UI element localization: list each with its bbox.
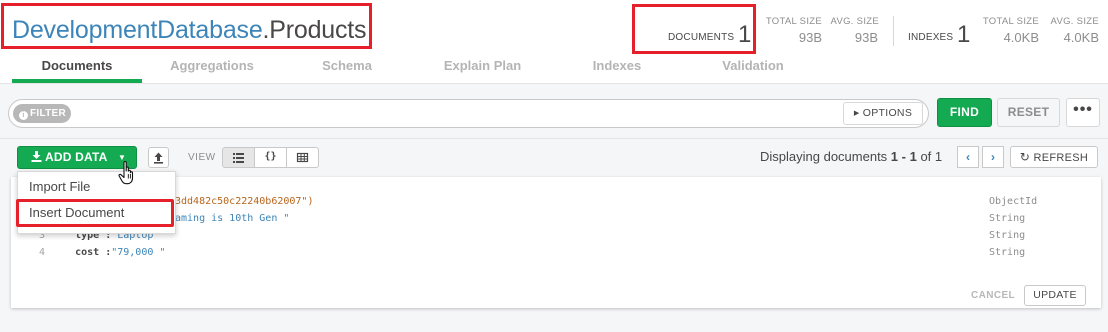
total-size-value: 93B — [798, 30, 822, 45]
tab-explain-plan[interactable]: Explain Plan — [415, 52, 550, 84]
database-name[interactable]: DevelopmentDatabase — [12, 16, 263, 44]
indexes-count: 1 — [957, 21, 971, 48]
insert-document-highlight-box — [16, 199, 174, 227]
upload-icon — [154, 152, 163, 164]
tab-schema[interactable]: Schema — [282, 52, 412, 84]
field-type: ObjectId — [989, 196, 1038, 207]
menu-item-import-file[interactable]: Import File — [29, 179, 90, 194]
previous-page-button[interactable]: ‹ — [957, 146, 979, 168]
filter-badge: i FILTER — [13, 104, 71, 123]
add-data-label: ADD DATA — [45, 150, 108, 164]
pagination-prefix: Displaying documents — [760, 149, 891, 164]
index-avg-size-label: Avg. size — [1050, 16, 1099, 27]
import-button[interactable] — [148, 147, 169, 168]
field-value[interactable]: aming is 10th Gen " — [175, 213, 289, 224]
field-value[interactable]: 3dd482c50c22240b62007") — [175, 196, 313, 207]
update-button[interactable]: UPDATE — [1024, 285, 1086, 306]
list-icon — [233, 153, 244, 163]
view-label: VIEW — [188, 152, 216, 163]
chevron-right-icon: › — [991, 150, 995, 164]
documents-stat-label: Documents — [668, 32, 735, 43]
index-total-size-value: 4.0KB — [1003, 30, 1039, 45]
download-icon — [31, 151, 42, 162]
index-avg-size-value: 4.0KB — [1063, 30, 1099, 45]
cancel-button[interactable]: CANCEL — [971, 290, 1015, 301]
chevron-left-icon: ‹ — [966, 150, 970, 164]
field-key[interactable]: cost — [75, 247, 99, 258]
documents-count: 1 — [738, 21, 752, 48]
options-button-label: OPTIONS — [862, 107, 913, 119]
refresh-button[interactable]: ↻ REFRESH — [1010, 146, 1098, 168]
index-total-size-label: Total size — [982, 16, 1039, 27]
table-view-button[interactable] — [286, 147, 319, 168]
hand-pointer-icon — [118, 161, 134, 185]
field-value[interactable]: "79,000 " — [111, 247, 165, 258]
pagination-of: of — [916, 149, 935, 164]
table-icon — [296, 152, 309, 163]
caret-right-icon: ▶ — [853, 110, 860, 117]
total-size-label: Total size — [765, 16, 822, 27]
next-page-button[interactable]: › — [982, 146, 1004, 168]
pagination-end: 1 — [909, 149, 917, 164]
more-options-button[interactable]: ••• — [1066, 98, 1100, 127]
info-icon: i — [19, 111, 28, 120]
filter-input[interactable] — [8, 99, 929, 128]
avg-size-label: Avg. size — [830, 16, 879, 27]
field-type: String — [989, 213, 1026, 224]
document-field-row: 4 cost :"79,000 " — [39, 247, 165, 258]
find-button[interactable]: FIND — [937, 98, 992, 127]
line-number: 4 — [39, 247, 46, 258]
collection-name: Products — [269, 16, 367, 44]
pagination-dash: - — [898, 149, 910, 164]
indexes-stat-label: Indexes — [908, 32, 954, 43]
tab-aggregations[interactable]: Aggregations — [142, 52, 282, 84]
refresh-icon: ↻ — [1019, 150, 1031, 164]
stats-divider — [893, 16, 894, 46]
pagination-summary: Displaying documents 1 - 1 of 1 — [760, 149, 942, 164]
avg-size-value: 93B — [854, 30, 878, 45]
tab-validation[interactable]: Validation — [688, 52, 818, 84]
pagination-total: 1 — [934, 149, 943, 164]
namespace-title: DevelopmentDatabase.Products — [12, 16, 367, 45]
list-view-button[interactable] — [222, 147, 255, 168]
json-icon: {} — [264, 151, 277, 162]
json-view-button[interactable]: {} — [254, 147, 287, 168]
view-mode-group: {} — [222, 147, 319, 168]
reset-button[interactable]: RESET — [997, 98, 1060, 127]
refresh-label: REFRESH — [1033, 152, 1089, 164]
field-type: String — [989, 247, 1026, 258]
pagination-start: 1 — [890, 149, 899, 164]
field-type: String — [989, 230, 1026, 241]
filter-badge-label: FILTER — [30, 108, 67, 119]
tab-indexes[interactable]: Indexes — [552, 52, 682, 84]
collection-tabs: Documents Aggregations Schema Explain Pl… — [0, 52, 1108, 84]
options-button[interactable]: ▶ OPTIONS — [843, 102, 923, 125]
